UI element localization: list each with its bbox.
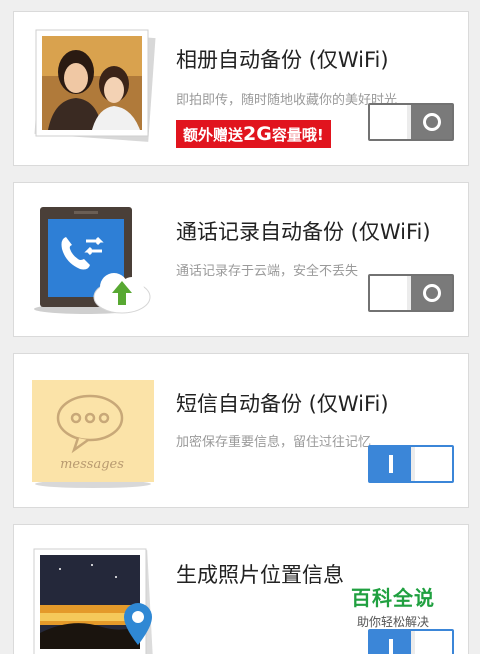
call-log-cloud-icon bbox=[28, 201, 154, 321]
watermark-subtitle: 助你轻松解决 bbox=[356, 615, 429, 629]
photo-backup-toggle[interactable] bbox=[368, 103, 454, 141]
toggle-off-icon bbox=[411, 105, 452, 139]
toggle-knob bbox=[411, 447, 452, 481]
setting-title: 通话记录自动备份 (仅WiFi) bbox=[176, 220, 431, 244]
setting-card-sms-backup: messages 短信自动备份 (仅WiFi) 加密保存重要信息，留住过往记忆 bbox=[13, 353, 469, 508]
setting-title: 生成照片位置信息 bbox=[176, 563, 344, 587]
promo-badge: 额外赠送2G容量哦! bbox=[176, 120, 331, 148]
watermark-title: 百科全说 bbox=[351, 586, 435, 610]
toggle-on-icon bbox=[370, 447, 411, 481]
setting-subtitle: 通话记录存于云端，安全不丢失 bbox=[176, 264, 359, 279]
toggle-knob bbox=[411, 631, 452, 654]
promo-size: 2G bbox=[243, 123, 272, 145]
toggle-on-icon bbox=[370, 631, 411, 654]
promo-suffix: 容量哦! bbox=[271, 126, 324, 144]
setting-subtitle: 加密保存重要信息，留住过往记忆 bbox=[176, 435, 372, 450]
setting-title: 相册自动备份 (仅WiFi) bbox=[176, 48, 389, 72]
toggle-knob bbox=[370, 105, 411, 139]
setting-card-call-log-backup: 通话记录自动备份 (仅WiFi) 通话记录存于云端，安全不丢失 bbox=[13, 182, 469, 337]
call-log-backup-toggle[interactable] bbox=[368, 274, 454, 312]
messages-note-icon: messages bbox=[30, 378, 156, 492]
photo-location-icon bbox=[32, 547, 162, 654]
toggle-knob bbox=[370, 276, 411, 310]
watermark: 百科全说 助你轻松解决 bbox=[343, 582, 443, 630]
sms-backup-toggle[interactable] bbox=[368, 445, 454, 483]
promo-prefix: 额外赠送 bbox=[183, 126, 244, 144]
toggle-off-icon bbox=[411, 276, 452, 310]
setting-title: 短信自动备份 (仅WiFi) bbox=[176, 392, 389, 416]
setting-card-photo-backup: 相册自动备份 (仅WiFi) 即拍即传，随时随地收藏你的美好时光 额外赠送2G容… bbox=[13, 11, 469, 166]
photo-location-toggle[interactable] bbox=[368, 629, 454, 654]
messages-note-label: messages bbox=[60, 457, 124, 472]
photo-album-icon bbox=[32, 28, 158, 148]
setting-subtitle: 即拍即传，随时随地收藏你的美好时光 bbox=[176, 93, 398, 108]
